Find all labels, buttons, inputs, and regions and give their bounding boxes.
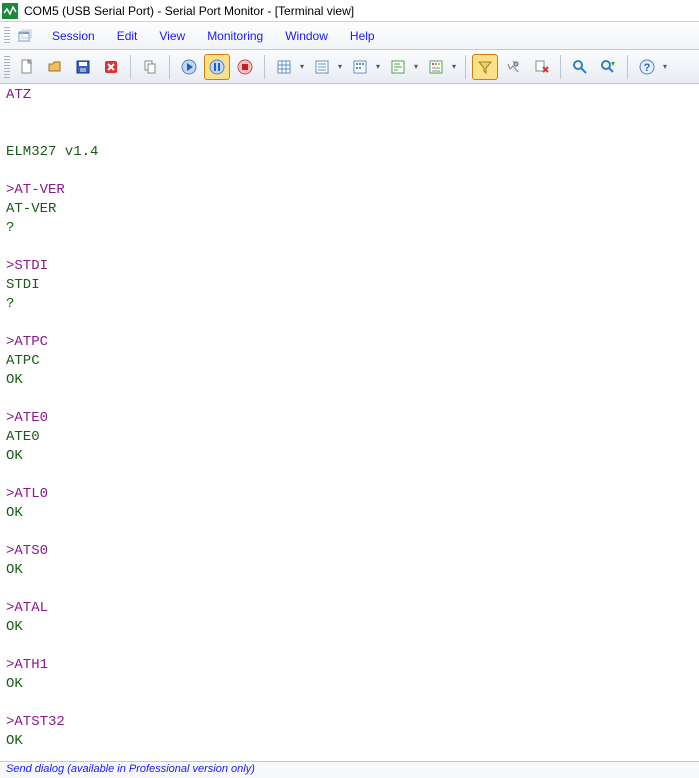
terminal-line [6,105,693,124]
new-session-button[interactable] [14,54,40,80]
statusbar: Send dialog (available in Professional v… [0,761,699,778]
dropdown-arrow-icon[interactable]: ▾ [335,54,345,80]
terminal-line [6,523,693,542]
terminal-line: OK [6,732,693,751]
menu-edit[interactable]: Edit [107,25,148,47]
table-view-button[interactable] [271,54,297,80]
filter-button[interactable] [472,54,498,80]
line-view-button[interactable] [309,54,335,80]
toolbar: ▾ ▾ ▾ ▾ ▾ ? ▾ [0,50,699,84]
terminal-view[interactable]: ATZ ELM327 v1.4 >AT-VERAT-VER? >STDISTDI… [0,84,699,761]
stop-button[interactable] [232,54,258,80]
terminal-line [6,124,693,143]
terminal-line: OK [6,675,693,694]
dropdown-arrow-icon[interactable]: ▾ [449,54,459,80]
titlebar: COM5 (USB Serial Port) - Serial Port Mon… [0,0,699,22]
terminal-line [6,390,693,409]
terminal-line [6,637,693,656]
clear-button[interactable] [528,54,554,80]
terminal-line [6,314,693,333]
play-button[interactable] [176,54,202,80]
terminal-line: STDI [6,276,693,295]
menu-view[interactable]: View [149,25,195,47]
toolbar-separator [169,55,170,79]
terminal-line: >ATST32 [6,713,693,732]
close-session-button[interactable] [98,54,124,80]
terminal-line: >ATAL [6,599,693,618]
terminal-line: >ATS0 [6,542,693,561]
terminal-line: AT-VER [6,200,693,219]
toolbar-separator [627,55,628,79]
terminal-line: ? [6,219,693,238]
terminal-line [6,466,693,485]
terminal-line: ATZ [6,86,693,105]
terminal-line: ATPC [6,352,693,371]
dropdown-arrow-icon[interactable]: ▾ [373,54,383,80]
app-icon [2,3,18,19]
terminal-line [6,694,693,713]
dropdown-arrow-icon[interactable]: ▾ [297,54,307,80]
copy-button[interactable] [137,54,163,80]
terminal-line: ATE0 [6,428,693,447]
terminal-line [6,580,693,599]
menu-session[interactable]: Session [42,25,105,47]
terminal-line: OK [6,371,693,390]
toolbar-separator [264,55,265,79]
terminal-line: >STDI [6,257,693,276]
terminal-view-button[interactable] [385,54,411,80]
svg-text:?: ? [644,62,651,74]
window-title: COM5 (USB Serial Port) - Serial Port Mon… [24,4,354,18]
pause-button[interactable] [204,54,230,80]
terminal-line: >ATH1 [6,656,693,675]
help-button[interactable]: ? [634,54,660,80]
save-session-button[interactable] [70,54,96,80]
toolbar-separator [560,55,561,79]
settings-button[interactable] [500,54,526,80]
terminal-line: >ATL0 [6,485,693,504]
menubar-grip[interactable] [4,27,10,45]
toolbar-separator [465,55,466,79]
dump-view-button[interactable] [347,54,373,80]
dropdown-arrow-icon[interactable]: ▾ [411,54,421,80]
find-button[interactable] [567,54,593,80]
open-session-button[interactable] [42,54,68,80]
terminal-line: >AT-VER [6,181,693,200]
terminal-line: OK [6,618,693,637]
terminal-line: OK [6,504,693,523]
menu-help[interactable]: Help [340,25,385,47]
toolbar-separator [130,55,131,79]
terminal-line: >ATPC [6,333,693,352]
menu-window[interactable]: Window [275,25,338,47]
restore-window-icon[interactable] [16,27,34,45]
terminal-line: OK [6,561,693,580]
toolbar-grip[interactable] [4,56,10,78]
menubar: Session Edit View Monitoring Window Help [0,22,699,50]
dropdown-arrow-icon[interactable]: ▾ [660,54,670,80]
modem-view-button[interactable] [423,54,449,80]
terminal-line [6,238,693,257]
terminal-line [6,162,693,181]
find-next-button[interactable] [595,54,621,80]
terminal-line: ELM327 v1.4 [6,143,693,162]
terminal-line: ? [6,295,693,314]
terminal-line: OK [6,447,693,466]
terminal-line: >ATE0 [6,409,693,428]
menu-monitoring[interactable]: Monitoring [197,25,273,47]
